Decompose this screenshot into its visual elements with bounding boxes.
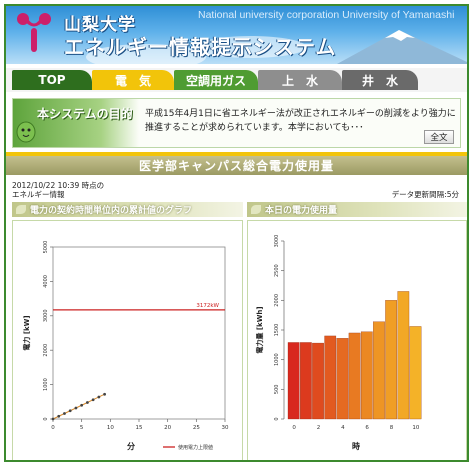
tab-top[interactable]: TOP [12,70,92,90]
hourly-usage-bar [287,342,300,420]
timestamp-caption: エネルギー情報 [12,190,65,199]
y-tick-label: 3000 [43,309,49,322]
university-logo[interactable] [16,12,52,54]
cumulative-line-chart: 0 1000 2000 3000 4000 5000 0 5 10 15 20 25 30 3172kW 電… [22,241,229,451]
cumulative-data-point [103,392,106,396]
page-frame: 山梨大学 エネルギー情報提示システム National university c… [4,4,469,462]
x-tick-label: 8 [390,425,394,431]
hourly-usage-bar [336,338,349,420]
y-tick-label: 5000 [43,241,49,254]
x-tick-label: 5 [80,425,84,431]
x-tick-label: 10 [107,425,114,431]
y-tick-label: 2000 [43,344,49,357]
read-more-button[interactable]: 全文 [424,130,454,144]
timestamp-line: 2012/10/22 10:39 時点の [12,181,105,190]
system-name: エネルギー情報提示システム [64,35,337,59]
cumulative-series-line [52,393,105,420]
cumulative-data-point [97,395,101,399]
update-interval: データ更新間隔:5分 [391,190,459,199]
x-tick-label: 15 [136,425,143,431]
title-bar: 医学部キャンパス総合電力使用量 [6,156,467,175]
intro-box: 本システムの目的 平成15年4月1日に省エネルギー法が改正されエネルギーの削減を… [12,98,461,148]
data-timestamp: 2012/10/22 10:39 時点の エネルギー情報 [12,181,104,199]
cumulative-data-point [80,403,84,407]
leaf-icon [16,205,26,214]
cumulative-data-point [57,414,61,418]
leaf-icon [251,205,261,214]
university-english-name: National university corporation Universi… [198,9,455,21]
intro-text: 平成15年4月1日に省エネルギー法が改正されエネルギーの削減をより強力に推進する… [145,109,456,133]
main-nav: TOP 電 気 空調用ガス 上 水 井 水 [6,68,467,156]
cumulative-data-point [51,417,55,421]
hourly-usage-bar [360,331,373,420]
y-axis-label: 電力量 [kWh] [255,306,264,353]
y-tick-label: 4000 [43,275,49,288]
x-tick-label: 4 [341,425,345,431]
y-tick-label: 1500 [274,324,280,337]
y-tick-label: 3000 [274,235,280,248]
today-panel-header: 本日の電力使用量 [247,202,467,217]
leaf-character-icon [16,121,36,143]
hourly-usage-bar [348,332,361,420]
y-tick-label: 0 [43,417,49,420]
x-tick-label: 20 [164,425,171,431]
legend-label: 使用電力上限値 [178,444,213,451]
tab-well-water[interactable]: 井 水 [342,70,418,90]
cumulative-data-point [63,412,66,415]
x-tick-label: 0 [292,425,296,431]
hourly-usage-bar [373,321,385,420]
page-title: 医学部キャンパス総合電力使用量 [138,159,334,173]
x-tick-label: 10 [412,425,419,431]
hourly-usage-bar [409,326,422,420]
x-tick-label: 30 [222,425,229,431]
y-tick-label: 0 [274,417,280,420]
x-tick-label: 0 [51,425,55,431]
x-tick-label: 25 [193,425,200,431]
y-tick-label: 1000 [274,353,280,366]
hourly-usage-bar [324,335,337,420]
x-tick-label: 2 [317,425,321,431]
tab-electricity[interactable]: 電 気 [92,70,174,90]
hourly-usage-bar [397,291,410,420]
cumulative-data-point [86,401,89,404]
x-axis-label: 分 [127,441,135,451]
y-tick-label: 1000 [43,378,49,391]
hourly-usage-bar [300,342,312,420]
cumulative-chart-panel: 0 1000 2000 3000 4000 5000 0 5 10 15 20 25 30 3172kW 電… [12,220,243,460]
x-tick-label: 6 [365,425,369,431]
today-bar-chart: 0 500 1000 1500 2000 2500 3000 0 2 4 6 8 10 電力量 [kWh]… [255,235,422,451]
y-tick-label: 500 [274,385,280,395]
plot-frame [52,246,226,420]
today-chart-panel: 0 500 1000 1500 2000 2500 3000 0 2 4 6 8 10 電力量 [kWh]… [247,220,467,460]
hourly-usage-bar [312,342,324,420]
intro-badge: 本システムの目的 [13,99,139,147]
y-axis-label: 電力 [kW] [22,315,31,350]
tab-aircon-gas[interactable]: 空調用ガス [174,70,258,90]
y-tick-label: 2500 [274,264,280,277]
hourly-usage-bar [385,300,397,420]
cumulative-data-point [68,409,72,413]
site-header: 山梨大学 エネルギー情報提示システム National university c… [6,6,467,64]
mount-fuji-illustration [337,30,467,64]
tab-tap-water[interactable]: 上 水 [258,70,342,90]
cumulative-panel-header: 電力の契約時間単位内の累計値のグラフ [12,202,243,217]
contract-limit-label: 3172kW [196,303,219,309]
intro-badge-label: 本システムの目的 [37,107,133,121]
cumulative-data-point [91,398,95,402]
y-tick-label: 2000 [274,294,280,307]
cumulative-data-point [74,406,78,410]
x-axis-label: 時 [352,441,360,451]
cumulative-panel-title: 電力の契約時間単位内の累計値のグラフ [30,206,193,216]
